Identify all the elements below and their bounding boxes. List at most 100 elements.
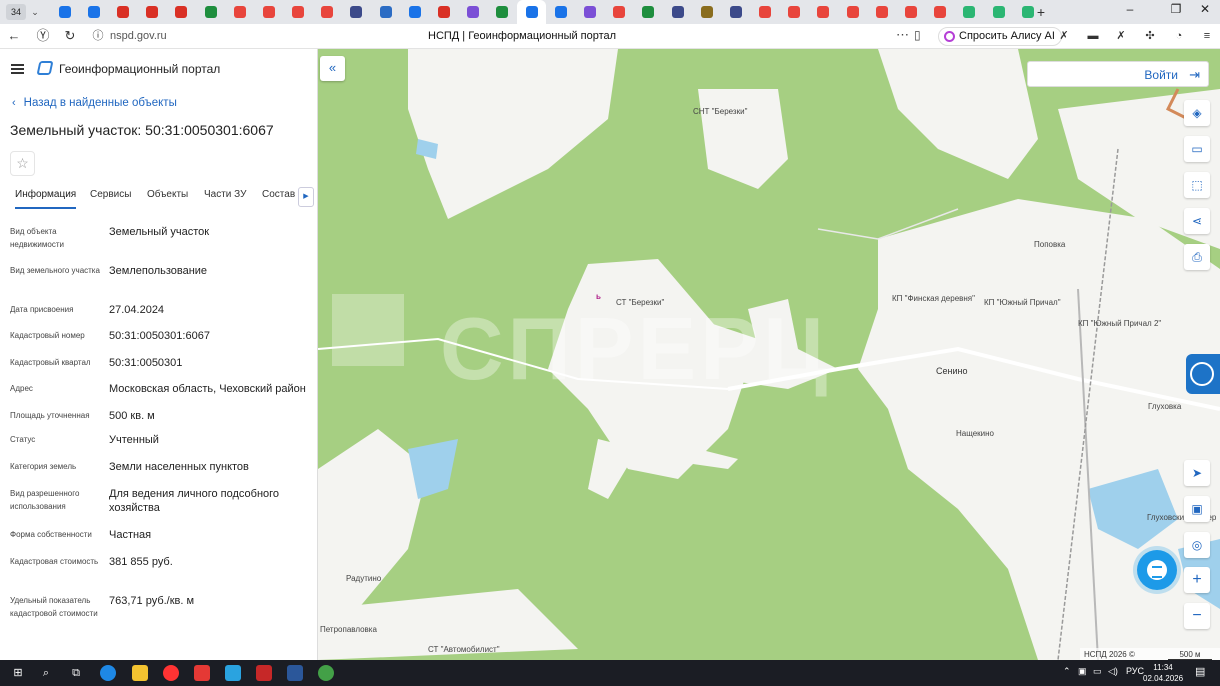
extension-icon[interactable]: ▬	[1086, 29, 1100, 43]
minimize-window-icon[interactable]: –	[1120, 2, 1140, 16]
browser-tab[interactable]	[138, 0, 167, 24]
yandex-icon[interactable]	[194, 665, 210, 681]
yandex-browser-icon[interactable]	[163, 665, 179, 681]
hamburger-menu-icon[interactable]	[11, 64, 24, 74]
browser-tab[interactable]	[342, 0, 371, 24]
browser-tab[interactable]	[721, 0, 750, 24]
browser-tab[interactable]	[605, 0, 634, 24]
property-value: 50:31:0050301	[109, 357, 183, 369]
zoom-out-icon[interactable]: −	[1184, 603, 1210, 629]
chrome-icon[interactable]	[318, 665, 334, 681]
login-button[interactable]: Войти ⇥	[1027, 61, 1209, 87]
browser-tab[interactable]	[984, 0, 1013, 24]
browser-tab[interactable]	[955, 0, 984, 24]
puzzle-icon[interactable]: ✣	[1143, 29, 1157, 43]
gosuslugi-icon[interactable]	[1186, 354, 1220, 394]
back-to-results-link[interactable]: ‹ Назад в найденные объекты	[12, 97, 177, 109]
browser-tab[interactable]	[196, 0, 225, 24]
bookmark-icon[interactable]: ▯	[914, 28, 921, 42]
browser-tab[interactable]	[634, 0, 663, 24]
tray-expand-icon[interactable]: ⌃	[1063, 666, 1071, 677]
tabs-scroll-right-icon[interactable]: ▶	[298, 187, 314, 207]
land-plot-marker-icon[interactable]: ь	[596, 292, 601, 301]
search-icon[interactable]: ⌕	[38, 665, 54, 681]
browser-tab[interactable]	[400, 0, 429, 24]
browser-tab[interactable]	[546, 0, 575, 24]
language-indicator[interactable]: РУС	[1126, 666, 1144, 676]
far-manager-icon[interactable]	[256, 665, 272, 681]
site-info-icon[interactable]: ⓘ	[90, 28, 106, 44]
chevron-down-icon[interactable]: ⌄	[27, 4, 43, 20]
browser-tab[interactable]	[429, 0, 458, 24]
clock[interactable]: 11:34 02.04.2026	[1143, 662, 1183, 684]
browser-tab[interactable]	[488, 0, 517, 24]
explorer-icon[interactable]	[132, 665, 148, 681]
tab-services[interactable]: Сервисы	[90, 189, 131, 207]
tab-composition[interactable]: Состав	[262, 189, 295, 207]
ruler-icon[interactable]: ▭	[1184, 136, 1210, 162]
extension-icon[interactable]: ✗	[1114, 29, 1128, 43]
volume-icon[interactable]: ◁)	[1108, 666, 1118, 677]
navigation-arrow-icon[interactable]: ➤	[1184, 460, 1210, 486]
browser-tab[interactable]	[896, 0, 925, 24]
more-icon[interactable]: ⋯	[896, 27, 909, 43]
collapse-panel-icon[interactable]: «	[320, 56, 345, 81]
address-bar-url[interactable]: nspd.gov.ru	[110, 30, 167, 42]
yandex-icon[interactable]: Ⓨ	[35, 28, 51, 44]
browser-tab[interactable]	[50, 0, 79, 24]
close-window-icon[interactable]: ✕	[1195, 2, 1215, 16]
minimap-icon[interactable]: ▣	[1184, 496, 1210, 522]
favicon-icon	[116, 6, 129, 18]
browser-tab[interactable]	[79, 0, 108, 24]
browser-tab[interactable]	[780, 0, 809, 24]
location-search-icon[interactable]: ◎	[1184, 532, 1210, 558]
extension-icon[interactable]: ✗	[1057, 29, 1071, 43]
share-icon[interactable]: ⋖	[1184, 208, 1210, 234]
map-scale: НСПД 2026 © 500 м	[1080, 648, 1220, 660]
browser-tab[interactable]	[751, 0, 780, 24]
menu-icon[interactable]: ≡	[1200, 29, 1214, 43]
browser-tab[interactable]	[517, 0, 547, 24]
notifications-icon[interactable]: ▤	[1195, 665, 1205, 678]
browser-tab[interactable]	[663, 0, 692, 24]
edge-icon[interactable]	[100, 665, 116, 681]
chat-icon[interactable]	[1137, 550, 1177, 590]
browser-tab[interactable]	[225, 0, 254, 24]
profile-icon[interactable]: ◔	[1172, 29, 1186, 43]
browser-tab[interactable]	[867, 0, 896, 24]
browser-tab[interactable]	[838, 0, 867, 24]
windows-start-icon[interactable]: ⊞	[10, 665, 26, 681]
place-label: СНТ "Березки"	[693, 107, 748, 116]
browser-tab[interactable]	[254, 0, 283, 24]
zoom-in-icon[interactable]: +	[1184, 567, 1210, 593]
browser-tab[interactable]	[575, 0, 604, 24]
tab-information[interactable]: Информация	[15, 189, 77, 209]
reload-icon[interactable]: ↻	[62, 28, 78, 44]
favorite-star-icon[interactable]: ☆	[10, 151, 35, 176]
tab-counter[interactable]: 34	[6, 4, 26, 20]
browser-tab[interactable]	[167, 0, 196, 24]
new-tab-button[interactable]: +	[1032, 3, 1050, 21]
browser-tab[interactable]	[371, 0, 400, 24]
tab-land-parts[interactable]: Части ЗУ	[204, 189, 246, 207]
area-select-icon[interactable]: ⬚	[1184, 172, 1210, 198]
map-canvas[interactable]: СПРЕРЦ СНТ "Березки" СТ "Березки" КП "Фи…	[318, 49, 1220, 660]
browser-tab[interactable]	[459, 0, 488, 24]
network-icon[interactable]: ▣	[1078, 666, 1087, 677]
telegram-icon[interactable]	[225, 665, 241, 681]
browser-tab[interactable]	[692, 0, 721, 24]
print-icon[interactable]: ⎙	[1184, 244, 1210, 270]
layers-icon[interactable]: ◈	[1184, 100, 1210, 126]
browser-tab[interactable]	[926, 0, 955, 24]
word-icon[interactable]	[287, 665, 303, 681]
task-view-icon[interactable]: ⧉	[68, 665, 84, 681]
browser-tab[interactable]	[108, 0, 137, 24]
battery-icon[interactable]: ▭	[1093, 666, 1102, 677]
browser-tab[interactable]	[809, 0, 838, 24]
browser-tab[interactable]	[284, 0, 313, 24]
ask-alice-button[interactable]: Спросить Алису AI	[938, 27, 1062, 46]
back-arrow-icon[interactable]: ←	[6, 28, 22, 44]
restore-window-icon[interactable]: ❐	[1166, 2, 1186, 16]
tab-objects[interactable]: Объекты	[147, 189, 188, 207]
browser-tab[interactable]	[313, 0, 342, 24]
